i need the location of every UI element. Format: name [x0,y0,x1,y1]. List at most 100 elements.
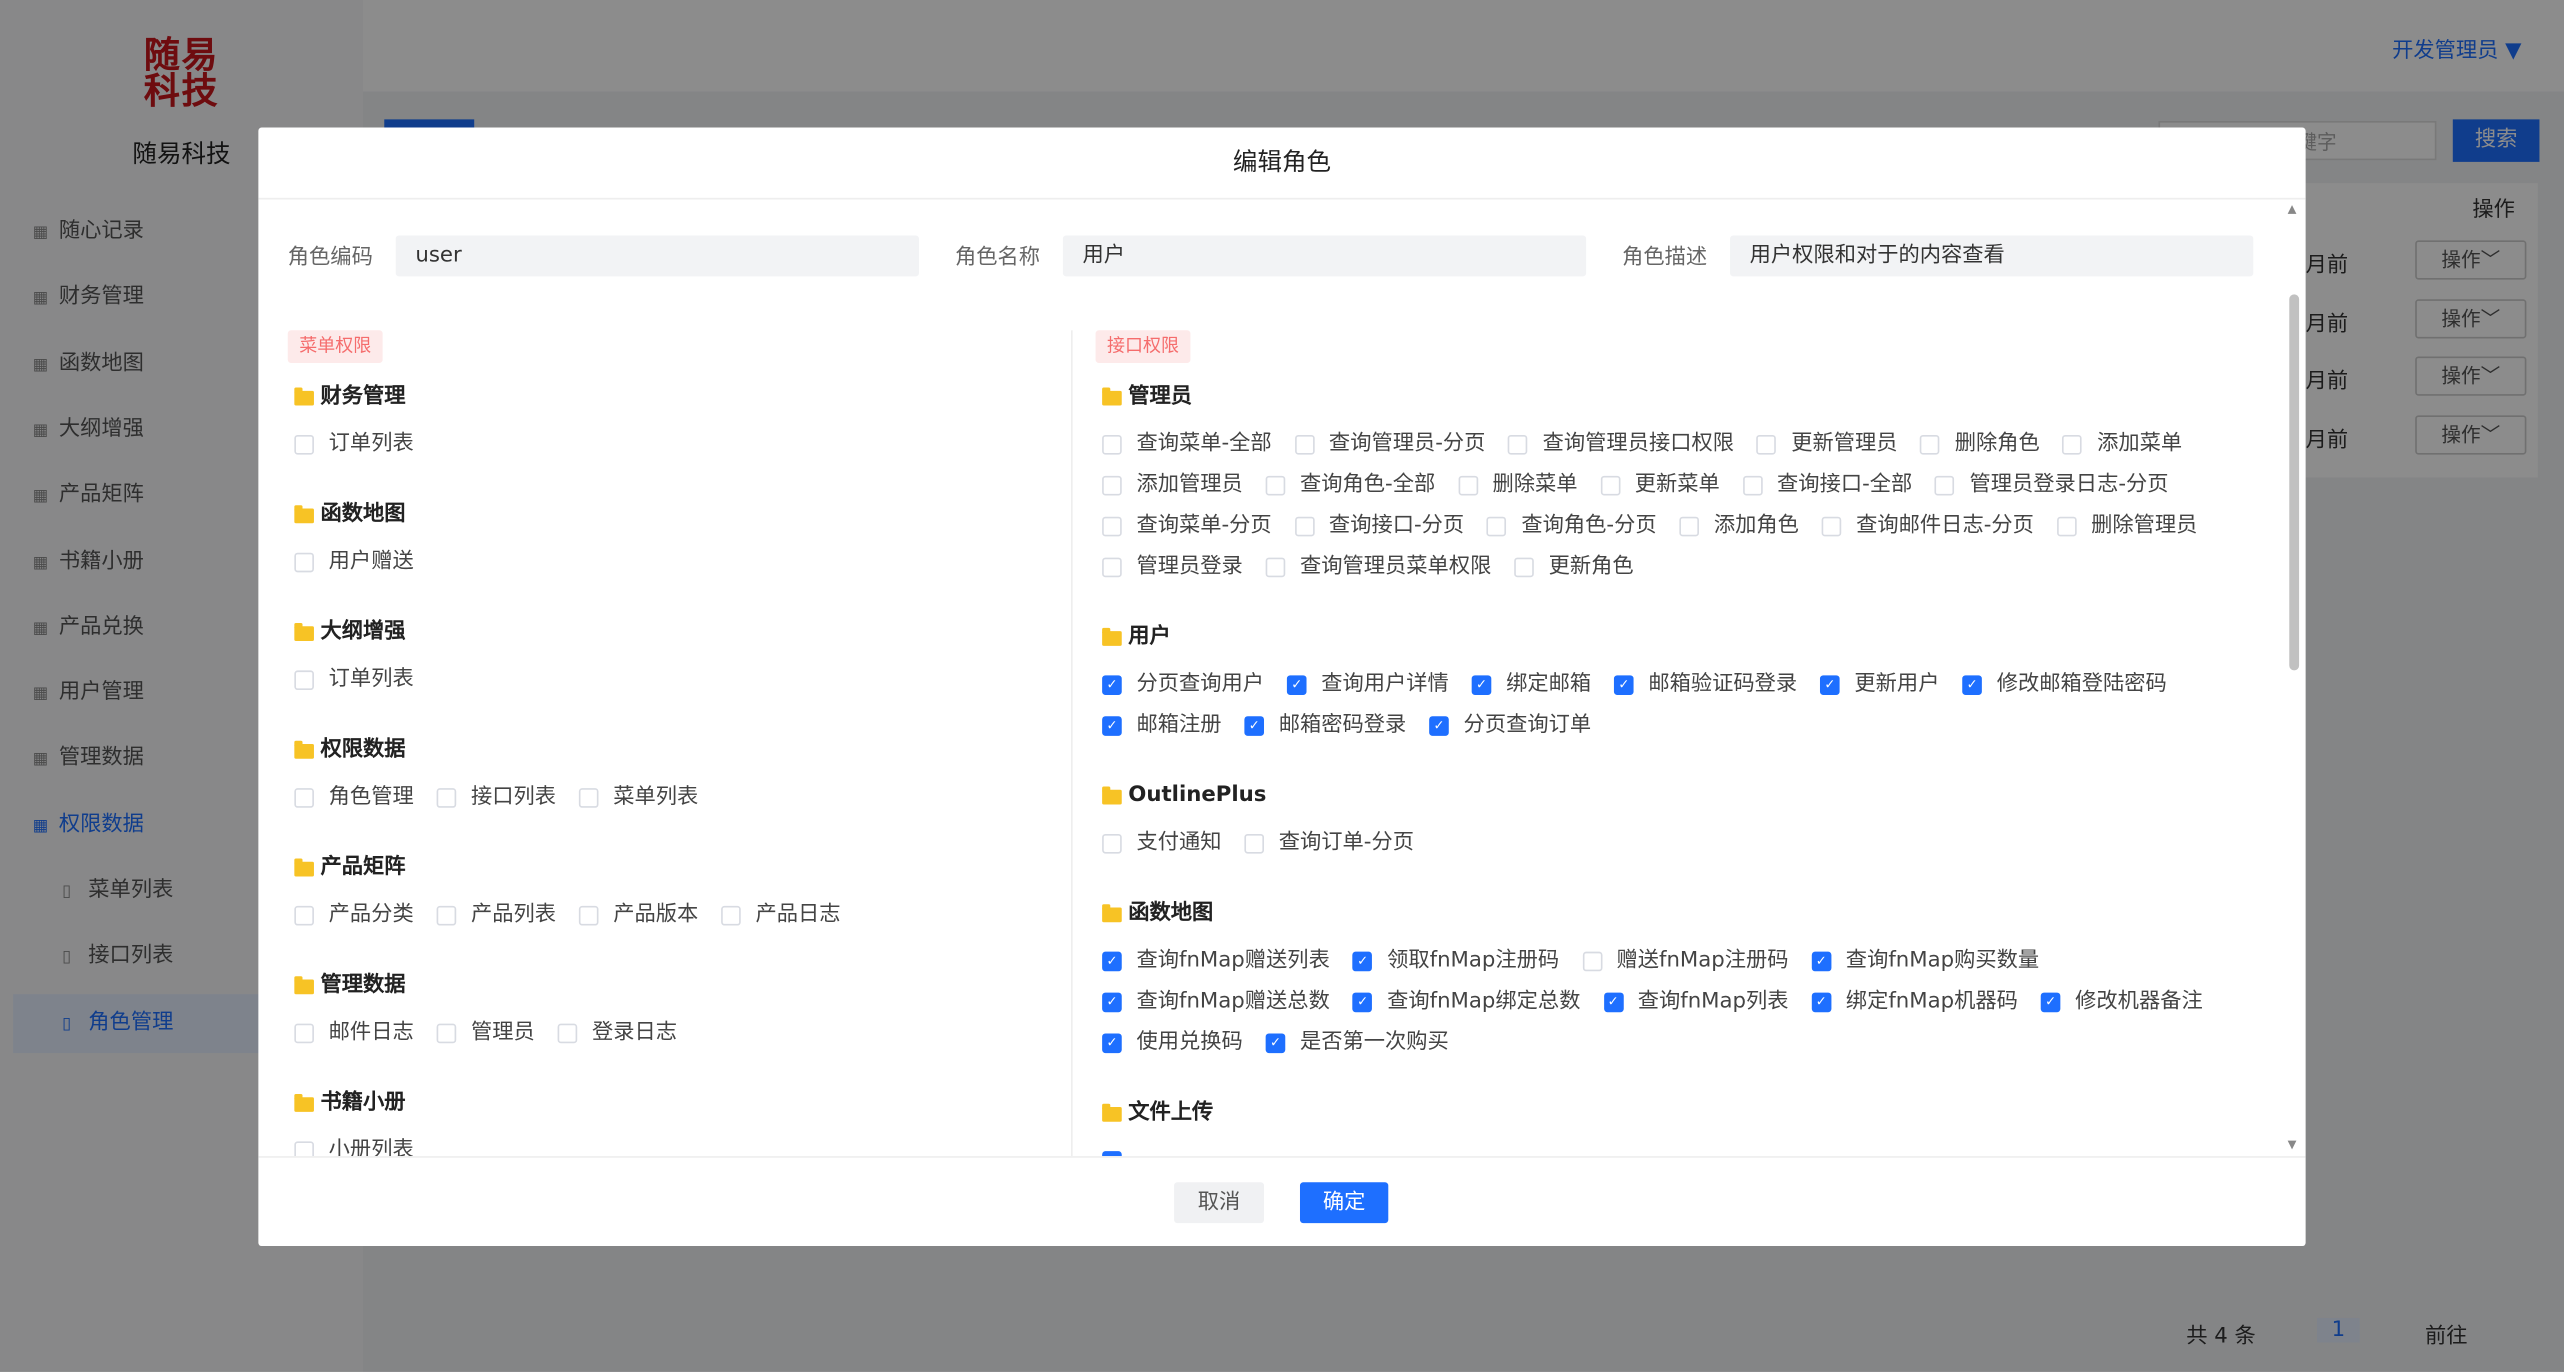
checkbox-icon[interactable] [1756,434,1777,455]
checkbox-icon[interactable] [1102,833,1122,854]
checkbox-icon[interactable] [1582,951,1602,972]
checkbox-icon[interactable] [1920,434,1941,455]
permission-checkbox[interactable]: 查询接口-全部 [1742,469,1912,502]
scroll-up-icon[interactable]: ▲ [2288,203,2297,216]
permission-checkbox[interactable]: ✓ 查询用户详情 [1286,669,1449,702]
checkbox-checked-icon[interactable]: ✓ [1603,992,1623,1013]
checkbox-icon[interactable] [1600,475,1621,496]
permission-checkbox[interactable]: ✓ [1102,1145,1136,1157]
permission-checkbox[interactable]: 查询接口-分页 [1294,510,1464,543]
checkbox-checked-icon[interactable]: ✓ [1244,716,1265,736]
permission-checkbox[interactable]: 赠送fnMap注册码 [1582,945,1789,978]
checkbox-icon[interactable] [294,434,314,455]
checkbox-icon[interactable] [578,788,599,808]
checkbox-checked-icon[interactable]: ✓ [1614,675,1634,695]
permission-checkbox[interactable]: 添加管理员 [1102,469,1243,502]
checkbox-icon[interactable] [1102,475,1122,496]
permission-checkbox[interactable]: ✓ 更新用户 [1820,669,1939,702]
permission-checkbox[interactable]: ✓ 邮箱密码登录 [1244,710,1406,743]
checkbox-checked-icon[interactable]: ✓ [1811,992,1832,1013]
checkbox-icon[interactable] [294,788,314,808]
checkbox-checked-icon[interactable]: ✓ [1102,1033,1122,1054]
checkbox-icon[interactable] [1294,434,1315,455]
permission-checkbox[interactable]: 接口列表 [436,782,556,815]
checkbox-icon[interactable] [436,788,457,808]
permission-checkbox[interactable]: 更新角色 [1514,551,1634,584]
confirm-button[interactable]: 确定 [1299,1182,1389,1224]
checkbox-icon[interactable] [294,670,314,691]
permission-checkbox[interactable]: 更新管理员 [1756,428,1898,461]
checkbox-icon[interactable] [1487,516,1507,537]
permission-checkbox[interactable]: 删除角色 [1920,428,2040,461]
checkbox-icon[interactable] [294,1023,314,1044]
checkbox-checked-icon[interactable]: ✓ [1102,951,1122,972]
role-name-input[interactable]: 用户 [1062,235,1587,277]
role-code-input[interactable]: user [395,235,919,277]
permission-checkbox[interactable]: ✓ 领取fnMap注册码 [1352,945,1559,978]
permission-checkbox[interactable]: 查询订单-分页 [1244,827,1414,860]
checkbox-checked-icon[interactable]: ✓ [1471,675,1492,695]
checkbox-checked-icon[interactable]: ✓ [1352,951,1373,972]
checkbox-icon[interactable] [294,552,314,573]
permission-checkbox[interactable]: 查询管理员接口权限 [1508,428,1734,461]
checkbox-icon[interactable] [294,905,314,926]
checkbox-icon[interactable] [1265,557,1286,578]
permission-checkbox[interactable]: 查询角色-全部 [1265,469,1435,502]
checkbox-icon[interactable] [1935,475,1955,496]
role-desc-input[interactable]: 用户权限和对于的内容查看 [1730,235,2254,277]
permission-checkbox[interactable]: 产品列表 [436,899,556,932]
checkbox-checked-icon[interactable]: ✓ [1102,716,1122,736]
permission-checkbox[interactable]: 更新菜单 [1600,469,1720,502]
permission-checkbox[interactable]: 添加角色 [1679,510,1799,543]
permission-checkbox[interactable]: 添加菜单 [2062,428,2182,461]
permission-checkbox[interactable]: ✓ 是否第一次购买 [1265,1027,1449,1060]
checkbox-checked-icon[interactable]: ✓ [1962,675,1982,695]
permission-checkbox[interactable]: 查询角色-分页 [1487,510,1657,543]
checkbox-icon[interactable] [1244,833,1265,854]
permission-checkbox[interactable]: ✓ 分页查询用户 [1102,669,1264,702]
permission-checkbox[interactable]: ✓ 查询fnMap赠送总数 [1102,986,1330,1019]
permission-checkbox[interactable]: 删除菜单 [1458,469,1578,502]
scrollbar-thumb[interactable] [2289,294,2300,671]
permission-checkbox[interactable]: 查询邮件日志-分页 [1821,510,2034,543]
checkbox-icon[interactable] [436,1023,457,1044]
permission-checkbox[interactable]: ✓ 修改邮箱登陆密码 [1962,669,2167,702]
permission-checkbox[interactable]: ✓ 邮箱验证码登录 [1614,669,1797,702]
checkbox-icon[interactable] [436,905,457,926]
checkbox-checked-icon[interactable]: ✓ [1102,675,1122,695]
checkbox-icon[interactable] [2062,434,2083,455]
permission-checkbox[interactable]: 用户赠送 [294,546,414,579]
permission-checkbox[interactable]: ✓ 查询fnMap购买数量 [1811,945,2039,978]
permission-checkbox[interactable]: ✓ 查询fnMap绑定总数 [1352,986,1580,1019]
permission-checkbox[interactable]: 查询管理员菜单权限 [1265,551,1491,584]
permission-checkbox[interactable]: ✓ 绑定fnMap机器码 [1811,986,2018,1019]
checkbox-icon[interactable] [1679,516,1700,537]
scroll-down-icon[interactable]: ▼ [2288,1138,2297,1151]
checkbox-checked-icon[interactable]: ✓ [1265,1033,1286,1054]
checkbox-checked-icon[interactable]: ✓ [1286,675,1307,695]
permission-checkbox[interactable]: ✓ 查询fnMap赠送列表 [1102,945,1330,978]
checkbox-icon[interactable] [2056,516,2077,537]
checkbox-icon[interactable] [294,1141,314,1157]
permission-checkbox[interactable]: 角色管理 [294,782,414,815]
permission-checkbox[interactable]: ✓ 查询fnMap列表 [1603,986,1789,1019]
permission-checkbox[interactable]: ✓ 使用兑换码 [1102,1027,1243,1060]
checkbox-icon[interactable] [1102,516,1122,537]
permission-checkbox[interactable]: 查询菜单-全部 [1102,428,1272,461]
checkbox-icon[interactable] [1458,475,1478,496]
permission-checkbox[interactable]: 登录日志 [557,1017,677,1050]
checkbox-icon[interactable] [721,905,741,926]
permission-checkbox[interactable]: 删除管理员 [2056,510,2197,543]
checkbox-icon[interactable] [1821,516,1842,537]
permission-checkbox[interactable]: 查询菜单-分页 [1102,510,1272,543]
checkbox-checked-icon[interactable]: ✓ [1102,992,1122,1013]
permission-checkbox[interactable]: 订单列表 [294,664,414,697]
permission-checkbox[interactable]: 支付通知 [1102,827,1222,860]
checkbox-checked-icon[interactable]: ✓ [1811,951,1832,972]
permission-checkbox[interactable]: 订单列表 [294,428,414,461]
permission-checkbox[interactable]: 管理员登录日志-分页 [1935,469,2169,502]
permission-checkbox[interactable]: 查询管理员-分页 [1294,428,1485,461]
permission-checkbox[interactable]: ✓ 绑定邮箱 [1471,669,1591,702]
permission-checkbox[interactable]: 菜单列表 [578,782,698,815]
permission-checkbox[interactable]: 管理员登录 [1102,551,1243,584]
